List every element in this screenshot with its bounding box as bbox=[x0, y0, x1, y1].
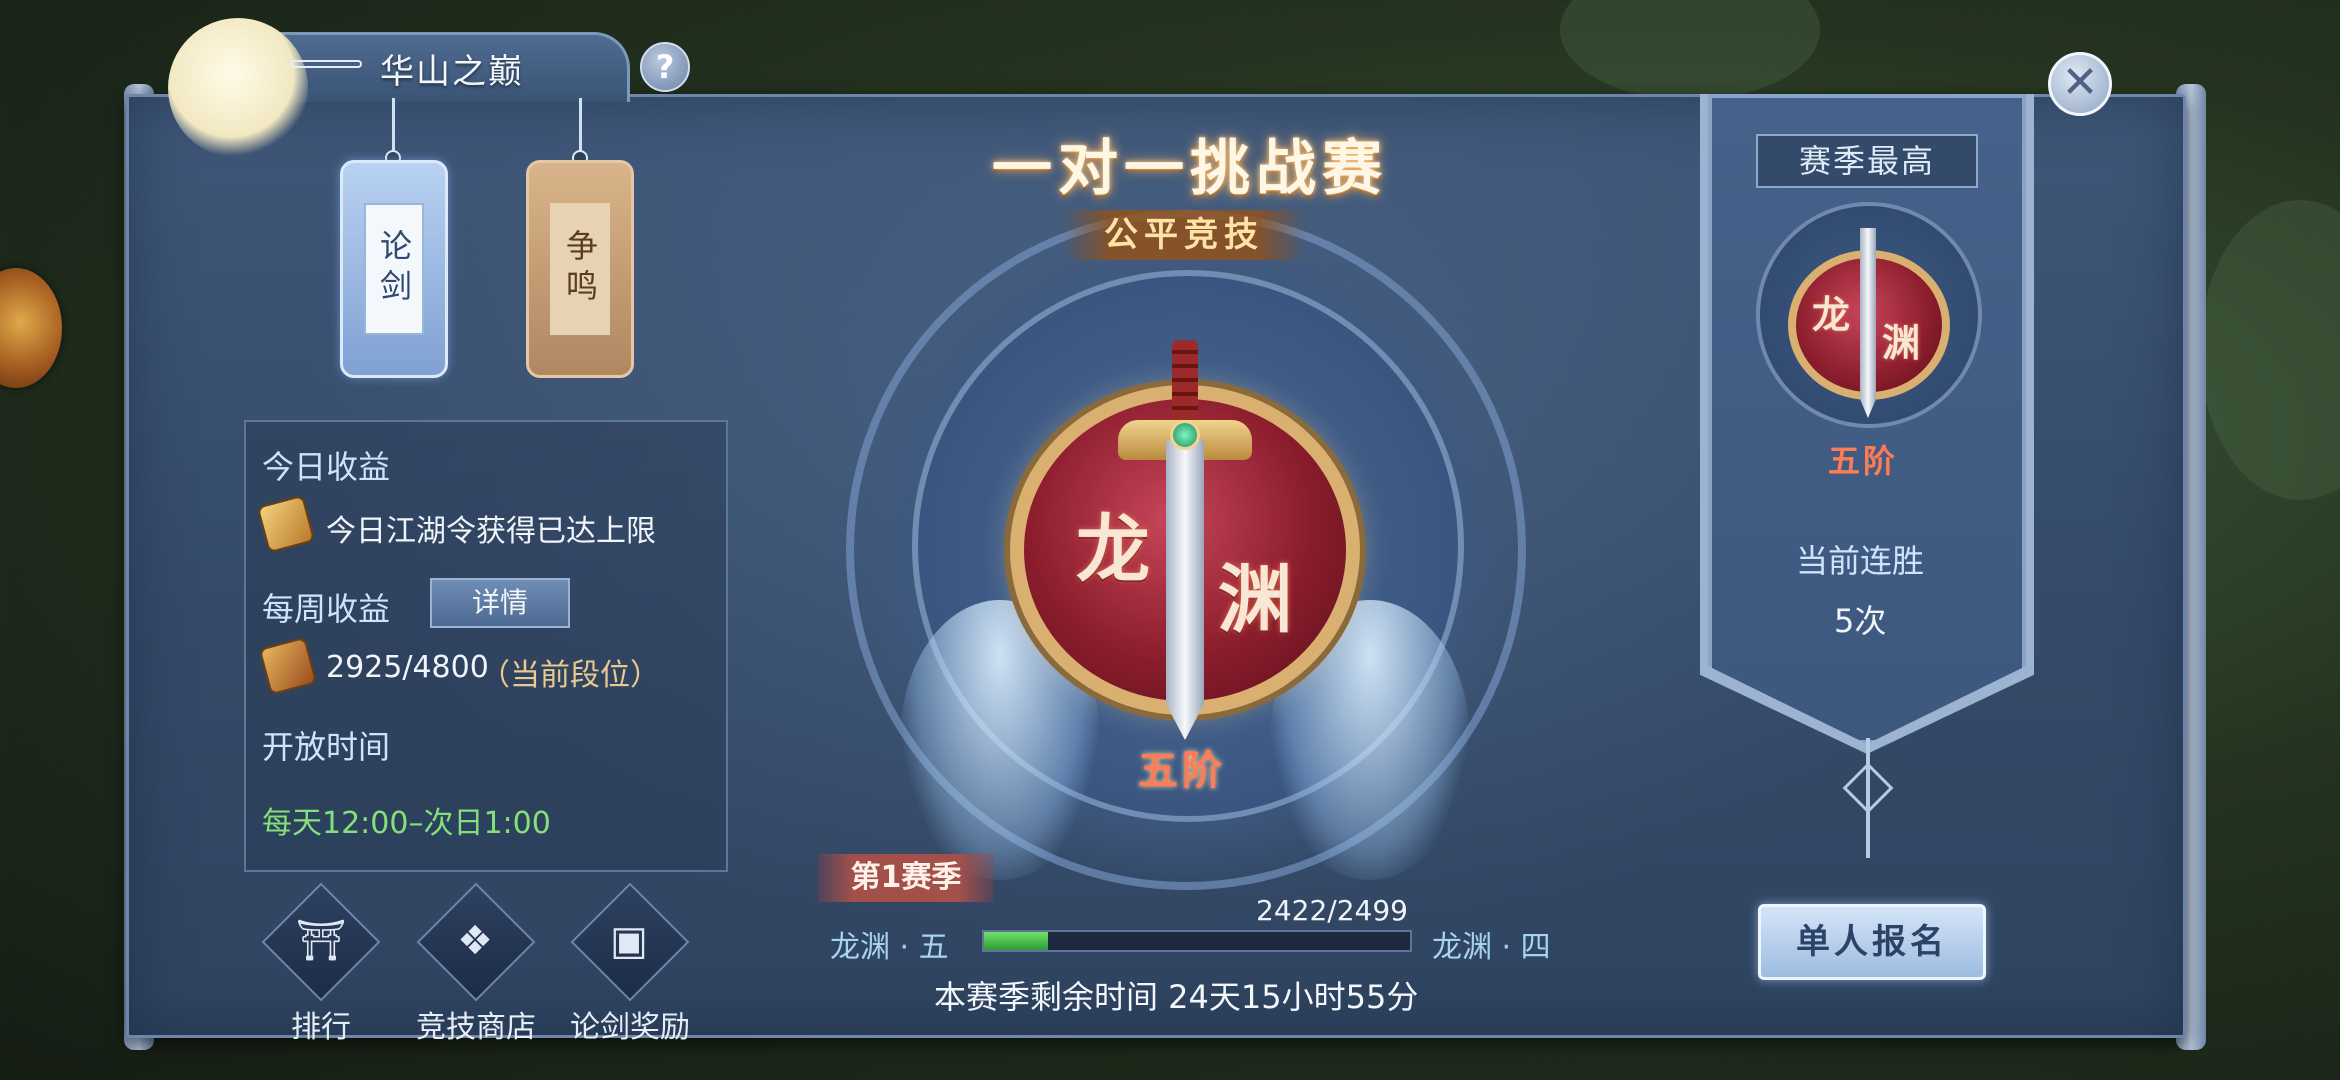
ranking-button[interactable]: ⛩ 排行 bbox=[256, 882, 386, 1046]
pavilion-glyph: ⛩ bbox=[295, 918, 347, 964]
tab-lunjian-label: 论剑 bbox=[364, 203, 424, 335]
event-title: 一对一挑战赛 bbox=[992, 134, 1388, 204]
season-tag: 第1赛季 bbox=[818, 854, 994, 902]
best-sword-icon bbox=[1860, 228, 1876, 418]
weekly-income-note: （当前段位） bbox=[480, 658, 660, 693]
sword-handle bbox=[1172, 340, 1198, 422]
season-best-title: 赛季最高 bbox=[1756, 134, 1978, 188]
arena-shop-button[interactable]: ❖ 竞技商店 bbox=[406, 882, 546, 1046]
arena-shop-label: 竞技商店 bbox=[416, 1010, 536, 1045]
rank-progress-fill bbox=[984, 932, 1048, 950]
sword-gem bbox=[1170, 420, 1200, 450]
open-time-label: 开放时间 bbox=[262, 728, 391, 766]
tab-zhengming[interactable]: 争鸣 bbox=[526, 160, 634, 378]
rank-progress-bar bbox=[982, 930, 1412, 952]
weekly-income-value: 2925/4800 bbox=[326, 650, 489, 685]
season-remaining-time: 本赛季剩余时间 24天15小时55分 bbox=[934, 978, 1419, 1016]
tab-lunjian[interactable]: 论剑 bbox=[340, 160, 448, 378]
help-button[interactable]: ? bbox=[640, 42, 690, 92]
best-badge-char-2: 渊 bbox=[1882, 321, 1921, 365]
detail-button[interactable]: 详情 bbox=[430, 578, 570, 628]
best-tier: 五阶 bbox=[1828, 442, 1899, 480]
today-income-text: 今日江湖令获得已达上限 bbox=[326, 514, 656, 549]
cloud-ornament-icon bbox=[290, 60, 362, 68]
today-income-label: 今日收益 bbox=[262, 448, 391, 486]
season-score: 2422/2499 bbox=[1256, 894, 1408, 927]
best-badge-char-1: 龙 bbox=[1812, 293, 1851, 337]
badge-char-2: 渊 bbox=[1218, 557, 1292, 643]
badge-char-1: 龙 bbox=[1076, 507, 1150, 593]
background-foliage bbox=[2200, 200, 2340, 500]
fair-competition-tag: 公平竞技 bbox=[1062, 210, 1306, 260]
window-title: 华山之巅 bbox=[380, 52, 524, 92]
win-streak-value: 5次 bbox=[1834, 602, 1887, 640]
moon-decoration bbox=[168, 18, 308, 158]
treasure-chest-glyph: ▣ bbox=[610, 918, 648, 964]
background-foliage bbox=[1560, 0, 1820, 100]
sword-blade-icon bbox=[1166, 440, 1204, 740]
open-time-value: 每天12:00–次日1:00 bbox=[262, 806, 551, 841]
solo-signup-button[interactable]: 单人报名 bbox=[1758, 904, 1986, 980]
weekly-income-label: 每周收益 bbox=[262, 590, 391, 628]
close-button[interactable]: ✕ bbox=[2048, 52, 2112, 116]
tag-string bbox=[579, 98, 582, 158]
current-tier: 五阶 bbox=[1138, 748, 1226, 794]
tag-string bbox=[392, 98, 395, 158]
rank-current: 龙渊 · 五 bbox=[830, 930, 949, 965]
win-streak-label: 当前连胜 bbox=[1796, 542, 1925, 580]
lunjian-reward-button[interactable]: ▣ 论剑奖励 bbox=[560, 882, 700, 1046]
side-treasure-icon[interactable] bbox=[0, 268, 62, 388]
ranking-label: 排行 bbox=[291, 1010, 351, 1045]
tab-zhengming-label: 争鸣 bbox=[550, 203, 610, 335]
rank-next: 龙渊 · 四 bbox=[1432, 930, 1551, 965]
shop-bag-glyph: ❖ bbox=[457, 918, 493, 964]
lunjian-reward-label: 论剑奖励 bbox=[570, 1010, 690, 1045]
